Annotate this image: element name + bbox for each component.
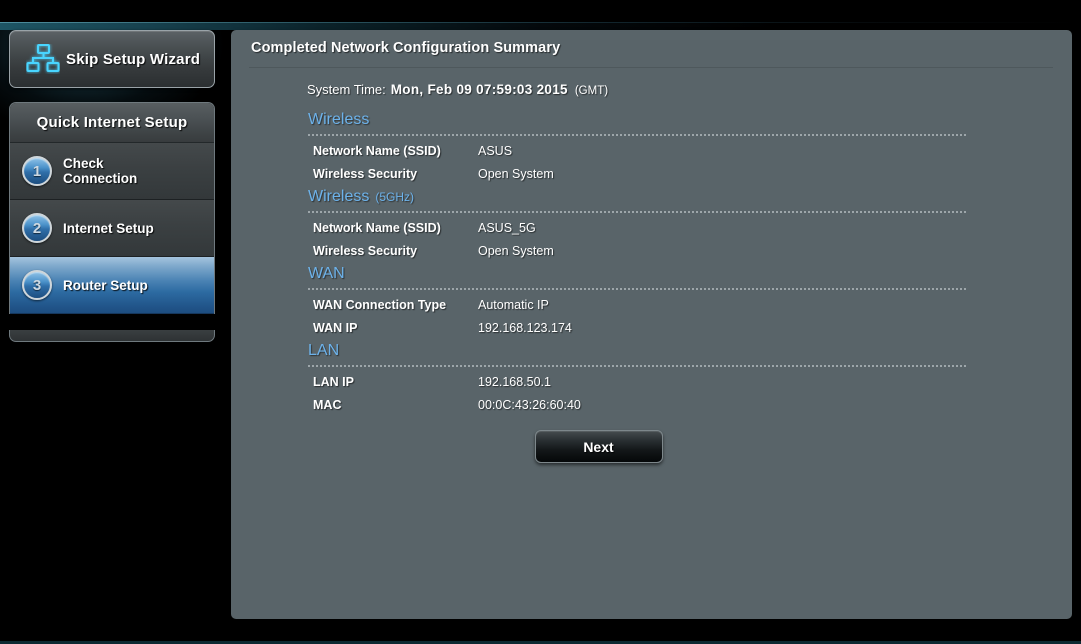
table-row: Wireless Security Open System	[231, 162, 1072, 185]
row-value: 192.168.123.174	[478, 320, 572, 335]
network-topology-icon	[20, 44, 66, 74]
sidebar-item-check-connection[interactable]: 1 Check Connection	[10, 143, 214, 200]
table-row: Network Name (SSID) ASUS_5G	[231, 216, 1072, 239]
row-key: Wireless Security	[313, 243, 418, 258]
system-time-label: System Time:	[307, 82, 386, 97]
section-divider	[308, 134, 966, 136]
bottom-strip	[0, 619, 1081, 641]
skip-setup-wizard-button[interactable]: Skip Setup Wizard	[9, 30, 215, 88]
row-value: ASUS_5G	[478, 220, 536, 235]
row-key: WAN Connection Type	[313, 297, 447, 312]
table-row: LAN IP 192.168.50.1	[231, 370, 1072, 393]
section-heading-text: LAN	[308, 342, 340, 359]
next-button[interactable]: Next	[534, 430, 663, 463]
section-subheading-text: (5GHz)	[375, 190, 415, 204]
row-value: ASUS	[478, 143, 513, 158]
section-heading-text: Wireless	[308, 188, 370, 205]
quick-internet-setup-title: Quick Internet Setup	[36, 114, 188, 131]
section-heading-wan: WAN	[231, 262, 1072, 286]
table-row: WAN Connection Type Automatic IP	[231, 293, 1072, 316]
row-key: Network Name (SSID)	[313, 220, 441, 235]
table-row: MAC 00:0C:43:26:60:40	[231, 393, 1072, 416]
step-badge-1: 1	[22, 156, 52, 186]
sidebar-item-label-internet-setup: Internet Setup	[63, 220, 154, 236]
row-key: MAC	[313, 397, 342, 412]
row-key: Network Name (SSID)	[313, 143, 441, 158]
section-heading-text: WAN	[308, 265, 345, 282]
sidebar-item-router-setup[interactable]: 3 Router Setup	[10, 257, 214, 314]
quick-internet-setup-header: Quick Internet Setup	[10, 103, 214, 143]
section-heading-wireless-5ghz: Wireless (5GHz)	[231, 185, 1072, 209]
title-divider	[249, 67, 1053, 68]
top-decorative-band	[0, 0, 1081, 22]
section-heading-wireless: Wireless	[231, 108, 1072, 132]
row-value: 192.168.50.1	[478, 374, 551, 389]
step-badge-2: 2	[22, 213, 52, 243]
row-value: Automatic IP	[478, 297, 549, 312]
section-heading-lan: LAN	[231, 339, 1072, 363]
table-row: WAN IP 192.168.123.174	[231, 316, 1072, 339]
section-divider	[308, 211, 966, 213]
system-time-zone: (GMT)	[574, 85, 609, 97]
row-value: Open System	[478, 166, 554, 181]
sidebar-item-label-check-connection: Check Connection	[63, 156, 138, 186]
section-divider	[308, 365, 966, 367]
system-time-row: System Time: Mon, Feb 09 07:59:03 2015 (…	[231, 82, 1072, 108]
row-key: LAN IP	[313, 374, 354, 389]
row-key: WAN IP	[313, 320, 358, 335]
row-key: Wireless Security	[313, 166, 418, 181]
page-title: Completed Network Configuration Summary	[251, 40, 561, 56]
row-value: Open System	[478, 243, 554, 258]
section-heading-text: Wireless	[308, 111, 370, 128]
sidebar-item-internet-setup[interactable]: 2 Internet Setup	[10, 200, 214, 257]
next-button-wrapper: Next	[231, 430, 889, 463]
table-row: Wireless Security Open System	[231, 239, 1072, 262]
quick-internet-setup-block: Quick Internet Setup 1 Check Connection …	[9, 102, 215, 314]
skip-setup-wizard-label: Skip Setup Wizard	[66, 50, 201, 68]
table-row: Network Name (SSID) ASUS	[231, 139, 1072, 162]
top-decorative-band-lower	[0, 23, 1081, 30]
configuration-summary: System Time: Mon, Feb 09 07:59:03 2015 (…	[231, 82, 1072, 463]
step-badge-3: 3	[22, 270, 52, 300]
quick-internet-setup-footer-cap	[9, 330, 215, 342]
main-panel: Completed Network Configuration Summary …	[231, 30, 1072, 619]
sidebar: Skip Setup Wizard Quick Internet Setup 1…	[0, 30, 231, 644]
row-value: 00:0C:43:26:60:40	[478, 397, 581, 412]
system-time-value: Mon, Feb 09 07:59:03 2015	[390, 82, 568, 97]
sidebar-item-label-router-setup: Router Setup	[63, 277, 148, 293]
section-divider	[308, 288, 966, 290]
